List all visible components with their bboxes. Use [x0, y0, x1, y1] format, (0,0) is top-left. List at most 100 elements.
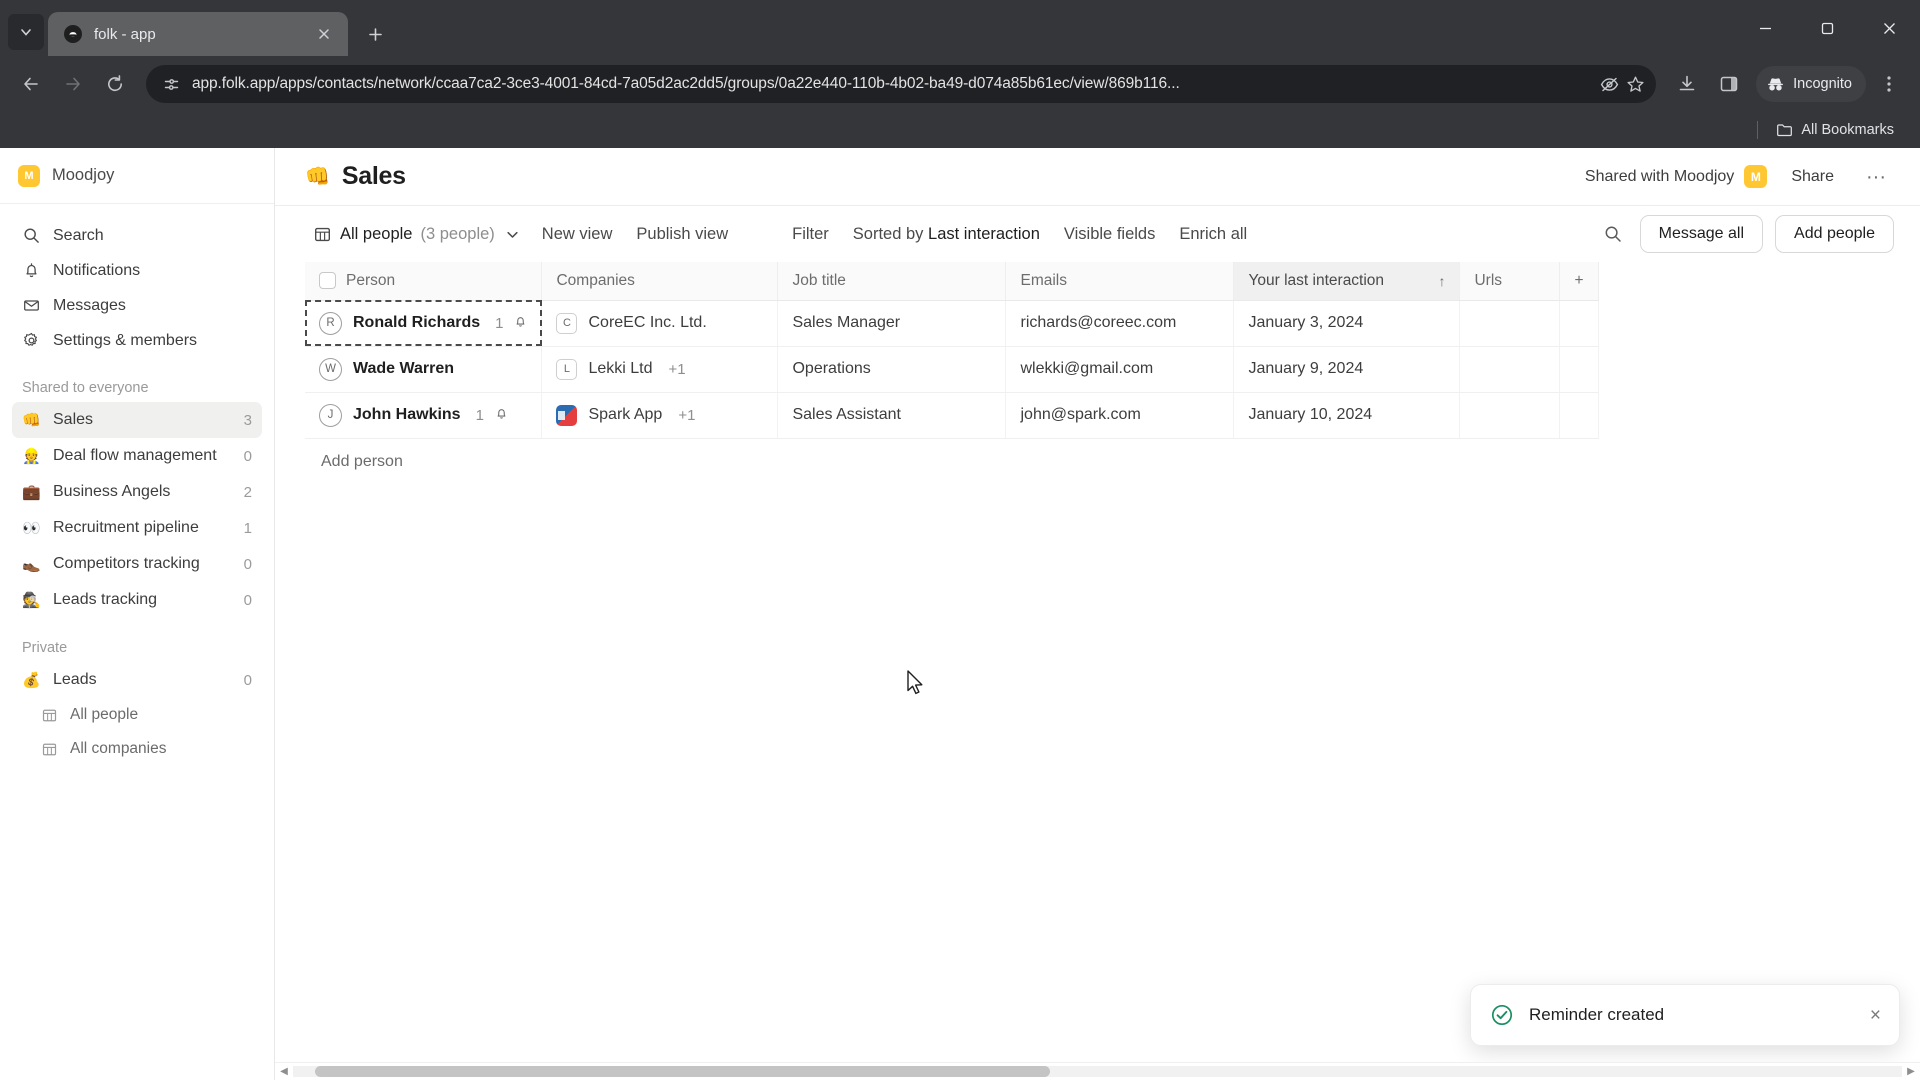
add-people-button[interactable]: Add people	[1775, 215, 1894, 253]
chrome-menu-icon[interactable]	[1870, 65, 1908, 103]
sidebar-leads-tracking-label: Leads tracking	[53, 591, 158, 608]
cell-url[interactable]	[1459, 300, 1561, 347]
column-header-job-title[interactable]: Job title	[777, 262, 1007, 301]
cell-companies[interactable]: L Lekki Ltd +1	[541, 346, 779, 393]
cell-companies[interactable]: Spark App +1	[541, 392, 779, 439]
page-header: 👊 Sales Shared with Moodjoy M Share ···	[275, 148, 1920, 206]
new-view-button[interactable]: New view	[530, 218, 625, 251]
cell-email[interactable]: wlekki@gmail.com	[1005, 346, 1235, 393]
cell-person[interactable]: R Ronald Richards 1	[305, 300, 543, 347]
incognito-indicator[interactable]: Incognito	[1756, 66, 1866, 102]
window-controls	[1734, 0, 1920, 56]
cell-email[interactable]: john@spark.com	[1005, 392, 1235, 439]
cell-url[interactable]	[1459, 346, 1561, 393]
horizontal-scrollbar[interactable]: ◀ ▶	[275, 1062, 1920, 1080]
scroll-left-arrow[interactable]: ◀	[275, 1066, 293, 1077]
sidebar-item-leads-tracking[interactable]: 🕵️ Leads tracking 0	[12, 582, 262, 618]
publish-view-button[interactable]: Publish view	[624, 218, 740, 251]
site-settings-icon[interactable]	[158, 71, 184, 97]
cell-companies[interactable]: C CoreEC Inc. Ltd.	[541, 300, 779, 347]
page-emoji-icon: 👊	[305, 166, 330, 188]
table-row[interactable]: J John Hawkins 1 Spark App +1 Sales Assi…	[305, 392, 1599, 439]
view-selector[interactable]: All people (3 people)	[305, 219, 530, 250]
cell-last-interaction[interactable]: January 10, 2024	[1233, 392, 1461, 439]
visible-fields-button[interactable]: Visible fields	[1052, 218, 1167, 251]
column-header-emails[interactable]: Emails	[1005, 262, 1235, 301]
downloads-icon[interactable]	[1668, 65, 1706, 103]
address-bar[interactable]: app.folk.app/apps/contacts/network/ccaa7…	[146, 65, 1657, 103]
chevron-down-icon	[21, 29, 31, 36]
cell-last-interaction[interactable]: January 3, 2024	[1233, 300, 1461, 347]
incognito-icon	[1768, 77, 1784, 90]
bookmarks-bar: All Bookmarks	[0, 112, 1920, 148]
table-row[interactable]: R Ronald Richards 1 C CoreEC Inc. Ltd. S…	[305, 300, 1599, 347]
tab-search-button[interactable]	[8, 14, 44, 50]
sidebar-item-settings[interactable]: Settings & members	[12, 323, 262, 358]
primary-nav: Search Notifications Messages Settings &…	[0, 204, 274, 358]
sidebar-item-recruitment-pipeline[interactable]: 👀 Recruitment pipeline 1	[12, 510, 262, 546]
column-header-companies[interactable]: Companies	[541, 262, 779, 301]
sidebar-item-sales[interactable]: 👊 Sales 3	[12, 402, 262, 438]
share-button[interactable]: Share	[1783, 162, 1842, 192]
sidebar-item-leads[interactable]: 💰 Leads 0	[12, 662, 262, 698]
bell-icon	[22, 262, 41, 279]
scrollbar-track[interactable]	[293, 1066, 1902, 1077]
sort-button[interactable]: Sorted by Last interaction	[841, 218, 1052, 251]
company-name: CoreEC Inc. Ltd.	[588, 314, 707, 331]
cell-job-title[interactable]: Sales Manager	[777, 300, 1007, 347]
fist-emoji-icon: 👊	[22, 412, 41, 429]
bookmark-star-icon[interactable]	[1622, 71, 1648, 97]
message-all-button[interactable]: Message all	[1639, 215, 1764, 253]
close-icon[interactable]	[312, 22, 336, 46]
cell-person[interactable]: W Wade Warren	[305, 346, 543, 393]
new-tab-button[interactable]	[358, 17, 392, 51]
sidebar-item-deal-flow-management[interactable]: 👷 Deal flow management 0	[12, 438, 262, 474]
column-header-last-interaction[interactable]: Your last interaction ↑	[1233, 262, 1461, 301]
select-all-checkbox[interactable]	[319, 272, 336, 290]
cell-job-title[interactable]: Sales Assistant	[777, 392, 1007, 439]
cell-job-title[interactable]: Operations	[777, 346, 1007, 393]
cell-last-interaction[interactable]: January 9, 2024	[1233, 346, 1461, 393]
sidebar-leads-count: 0	[243, 671, 252, 689]
sidebar-item-business-angels[interactable]: 💼 Business Angels 2	[12, 474, 262, 510]
briefcase-emoji-icon: 💼	[22, 484, 41, 501]
table-row[interactable]: W Wade Warren L Lekki Ltd +1 Operations …	[305, 346, 1599, 393]
cell-email[interactable]: richards@coreec.com	[1005, 300, 1235, 347]
sidebar-item-competitors-tracking[interactable]: 👞 Competitors tracking 0	[12, 546, 262, 582]
shared-with-indicator[interactable]: Shared with Moodjoy M	[1585, 165, 1768, 188]
maximize-button[interactable]	[1796, 4, 1858, 52]
back-button[interactable]	[12, 65, 50, 103]
column-header-person[interactable]: Person	[305, 262, 543, 301]
scroll-right-arrow[interactable]: ▶	[1902, 1066, 1920, 1077]
column-header-urls[interactable]: Urls	[1459, 262, 1561, 301]
minimize-button[interactable]	[1734, 4, 1796, 52]
sidebar-item-messages[interactable]: Messages	[12, 288, 262, 323]
tracking-protection-icon[interactable]	[1596, 71, 1622, 97]
cell-url[interactable]	[1459, 392, 1561, 439]
sidebar-leads-tracking-count: 0	[243, 591, 252, 609]
reload-button[interactable]	[96, 65, 134, 103]
view-count-label: (3 people)	[420, 224, 495, 243]
side-panel-icon[interactable]	[1710, 65, 1748, 103]
close-icon[interactable]: ×	[1870, 1006, 1881, 1025]
cell-person[interactable]: J John Hawkins 1	[305, 392, 543, 439]
add-person-button[interactable]: Add person	[305, 439, 419, 471]
sidebar-item-search[interactable]: Search	[12, 218, 262, 253]
sidebar-item-all-companies[interactable]: All companies	[30, 732, 262, 766]
forward-button[interactable]	[54, 65, 92, 103]
browser-tab[interactable]: folk - app	[48, 12, 348, 56]
sort-prefix: Sorted by	[852, 224, 929, 243]
add-column-button[interactable]: +	[1559, 262, 1599, 301]
close-window-button[interactable]	[1858, 4, 1920, 52]
sidebar-item-notifications[interactable]: Notifications	[12, 253, 262, 288]
search-icon[interactable]	[1598, 219, 1628, 249]
workspace-switcher[interactable]: M Moodjoy	[0, 148, 274, 204]
enrich-all-button[interactable]: Enrich all	[1167, 218, 1259, 251]
scrollbar-thumb[interactable]	[315, 1066, 1050, 1077]
url-text[interactable]: app.folk.app/apps/contacts/network/ccaa7…	[192, 75, 1596, 93]
filter-button[interactable]: Filter	[780, 218, 841, 251]
more-options-button[interactable]: ···	[1858, 165, 1894, 189]
sidebar-settings-label: Settings & members	[53, 331, 198, 349]
sidebar-item-all-people[interactable]: All people	[30, 698, 262, 732]
all-bookmarks-button[interactable]: All Bookmarks	[1768, 118, 1902, 143]
